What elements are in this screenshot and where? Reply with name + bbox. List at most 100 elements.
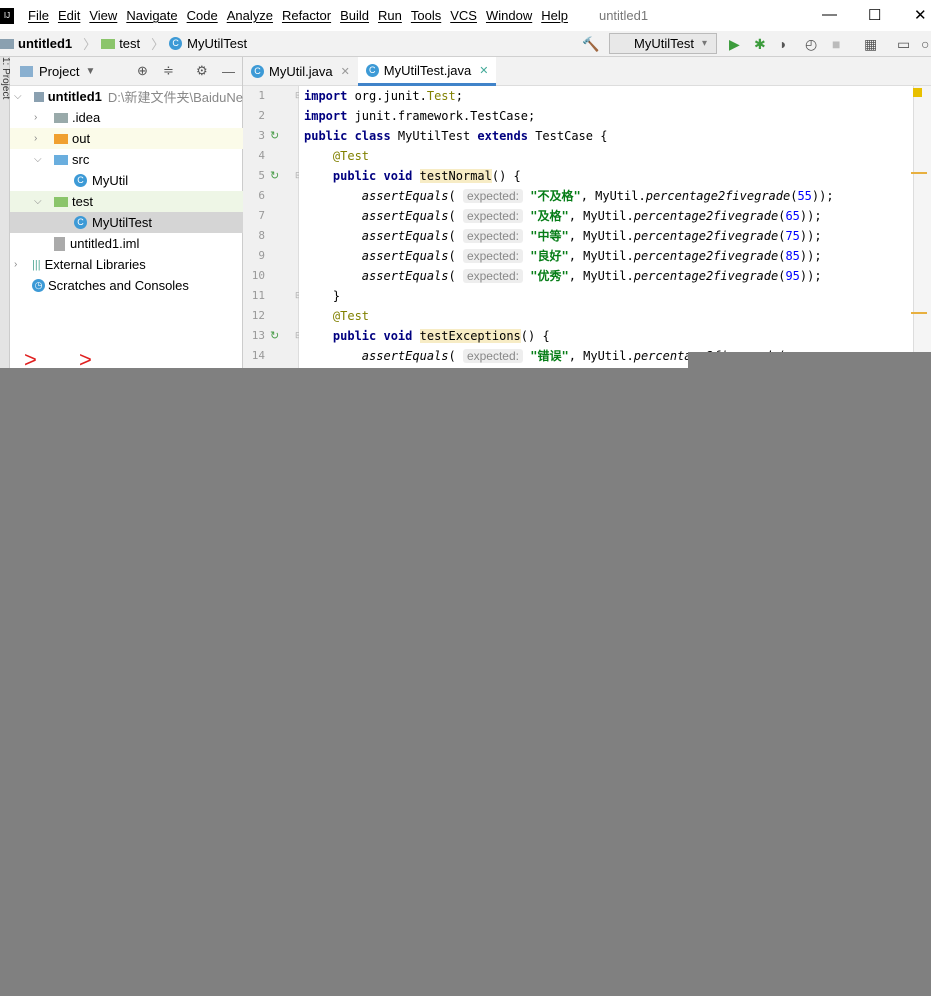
line-number: 2 (258, 109, 265, 122)
expected-string: "良好" (530, 249, 569, 263)
code-line[interactable]: @Test (304, 146, 369, 166)
project-tool-window-strip[interactable]: 1: Project (0, 57, 11, 368)
tree-item-untitled1[interactable]: ⌵ untitled1 D:\新建文件夹\BaiduNe (10, 86, 243, 107)
line-number: 8 (258, 229, 265, 242)
code-line[interactable]: import org.junit.Test; (304, 86, 463, 106)
breadcrumb-test[interactable]: test (101, 36, 140, 51)
parameter-hint: expected: (462, 229, 523, 243)
code-line[interactable]: public void testExceptions() { (304, 326, 550, 346)
run-icon[interactable]: ▶ (729, 36, 740, 53)
tree-item-myutiltest[interactable]: C MyUtilTest (10, 212, 243, 233)
menu-window[interactable]: Window (486, 8, 532, 23)
code-line[interactable]: assertEquals( expected: "优秀", MyUtil.per… (304, 266, 822, 286)
breadcrumb-class[interactable]: C MyUtilTest (169, 36, 247, 51)
menu-view[interactable]: View (89, 8, 117, 23)
project-structure-icon[interactable]: ▦ (864, 36, 877, 53)
tree-item-src[interactable]: ⌵ src (10, 149, 243, 170)
expected-string: "优秀" (530, 269, 569, 283)
menu-vcs[interactable]: VCS (450, 8, 477, 23)
tree-item-idea[interactable]: › .idea (10, 107, 243, 128)
intellij-logo-icon: IJ (0, 7, 14, 24)
code-editor[interactable]: import org.junit.Test; import junit.frame… (299, 86, 913, 368)
folder-icon (54, 112, 68, 123)
minimize-icon[interactable]: — (822, 6, 837, 23)
run-test-gutter-icon[interactable]: ↻ (270, 129, 279, 142)
search-icon[interactable]: ○ (921, 36, 929, 52)
scroll-marker (911, 312, 927, 314)
menu-navigate[interactable]: Navigate (126, 8, 177, 23)
menu-run[interactable]: Run (378, 8, 402, 23)
tree-label: .idea (72, 110, 101, 125)
code-line[interactable]: public void testNormal() { (304, 166, 521, 186)
code-line[interactable]: @Test (304, 306, 369, 326)
expected-string: "不及格" (530, 189, 581, 203)
menu-edit[interactable]: Edit (58, 8, 80, 23)
build-hammer-icon[interactable]: 🔨 (582, 36, 599, 53)
code-line[interactable]: assertEquals( expected: "不及格", MyUtil.pe… (304, 186, 834, 206)
debug-icon[interactable]: ✱ (754, 36, 766, 53)
menu-refactor[interactable]: Refactor (282, 8, 331, 23)
tab-myutiltest[interactable]: C MyUtilTest.java ✕ (357, 57, 497, 86)
tree-label: out (72, 131, 91, 146)
profile-icon[interactable]: ◴ (805, 36, 817, 53)
locate-icon[interactable]: ⊕ (137, 63, 148, 79)
tree-label: MyUtil (92, 173, 129, 188)
warning-marker-icon (913, 88, 922, 97)
menu-analyze[interactable]: Analyze (227, 8, 273, 23)
close-tab-icon[interactable]: ✕ (341, 65, 350, 78)
line-number: 10 (251, 269, 265, 282)
breadcrumb-project[interactable]: untitled1 (0, 36, 72, 51)
library-icon: ||| (32, 258, 41, 271)
tree-label: untitled1.iml (70, 236, 140, 251)
breadcrumb-label: MyUtilTest (187, 36, 248, 51)
run-test-gutter-icon[interactable]: ↻ (270, 329, 279, 342)
project-panel-header: Project ▼ ⊕ ≑ ⚙ — (10, 57, 242, 86)
tree-item-external-libraries[interactable]: › ||| External Libraries (10, 254, 243, 275)
tree-item-test[interactable]: ⌵ test (10, 191, 243, 212)
code-line[interactable]: assertEquals( expected: "良好", MyUtil.per… (304, 246, 822, 266)
gear-icon[interactable]: ⚙ (196, 63, 208, 79)
parameter-hint: expected: (462, 209, 523, 223)
tree-item-iml[interactable]: untitled1.iml (10, 233, 243, 254)
hide-icon[interactable]: — (222, 64, 235, 79)
code-line[interactable]: assertEquals( expected: "中等", MyUtil.per… (304, 226, 822, 246)
menu-build[interactable]: Build (340, 8, 369, 23)
class-icon: C (251, 65, 264, 78)
code-line[interactable]: public class MyUtilTest extends TestCase… (304, 126, 607, 146)
line-number: 1 (258, 89, 265, 102)
menu-code[interactable]: Code (187, 8, 218, 23)
terminal-icon[interactable]: ▭ (897, 36, 910, 53)
menu-file[interactable]: File (28, 8, 49, 23)
close-icon[interactable]: ✕ (914, 6, 927, 24)
chevron-down-icon[interactable]: ▼ (85, 66, 95, 77)
tab-myutil[interactable]: C MyUtil.java ✕ (243, 57, 358, 86)
expected-string: "及格" (530, 209, 569, 223)
folder-icon (54, 196, 68, 207)
test-class-icon: C (74, 216, 87, 229)
code-line[interactable]: import junit.framework.TestCase; (304, 106, 535, 126)
project-view-label[interactable]: Project (39, 64, 79, 79)
coverage-icon[interactable]: ◗ (779, 36, 787, 52)
close-tab-icon[interactable]: ✕ (479, 64, 488, 77)
menu-help[interactable]: Help (541, 8, 568, 23)
tree-item-out[interactable]: › out (10, 128, 243, 149)
tree-item-scratches[interactable]: ◷ Scratches and Consoles (10, 275, 243, 296)
argument-number: 75 (785, 229, 800, 243)
run-test-gutter-icon[interactable]: ↻ (270, 169, 279, 182)
line-number: 12 (251, 309, 265, 322)
stop-icon[interactable]: ■ (832, 36, 840, 52)
handwritten-annotation: > > (24, 347, 110, 372)
code-line[interactable]: assertEquals( expected: "及格", MyUtil.per… (304, 206, 822, 226)
breadcrumb-separator: 〉 (83, 37, 97, 52)
line-number: 13 (251, 329, 265, 342)
collapse-all-icon[interactable]: ≑ (163, 63, 174, 79)
editor-scrollbar[interactable] (911, 86, 931, 368)
maximize-icon[interactable]: ☐ (868, 6, 881, 24)
editor-tabs: C MyUtil.java ✕ C MyUtilTest.java ✕ (243, 57, 931, 86)
run-configuration-dropdown[interactable]: MyUtilTest ▾ (609, 33, 717, 54)
path-hint: D:\新建文件夹\BaiduNe (107, 90, 243, 105)
tree-item-myutil[interactable]: C MyUtil (10, 170, 243, 191)
code-line[interactable]: } (304, 286, 340, 306)
editor-gutter: 1234567891011121314↻↻↻⊟⊟⊟⊟ (243, 86, 303, 368)
menu-tools[interactable]: Tools (411, 8, 441, 23)
